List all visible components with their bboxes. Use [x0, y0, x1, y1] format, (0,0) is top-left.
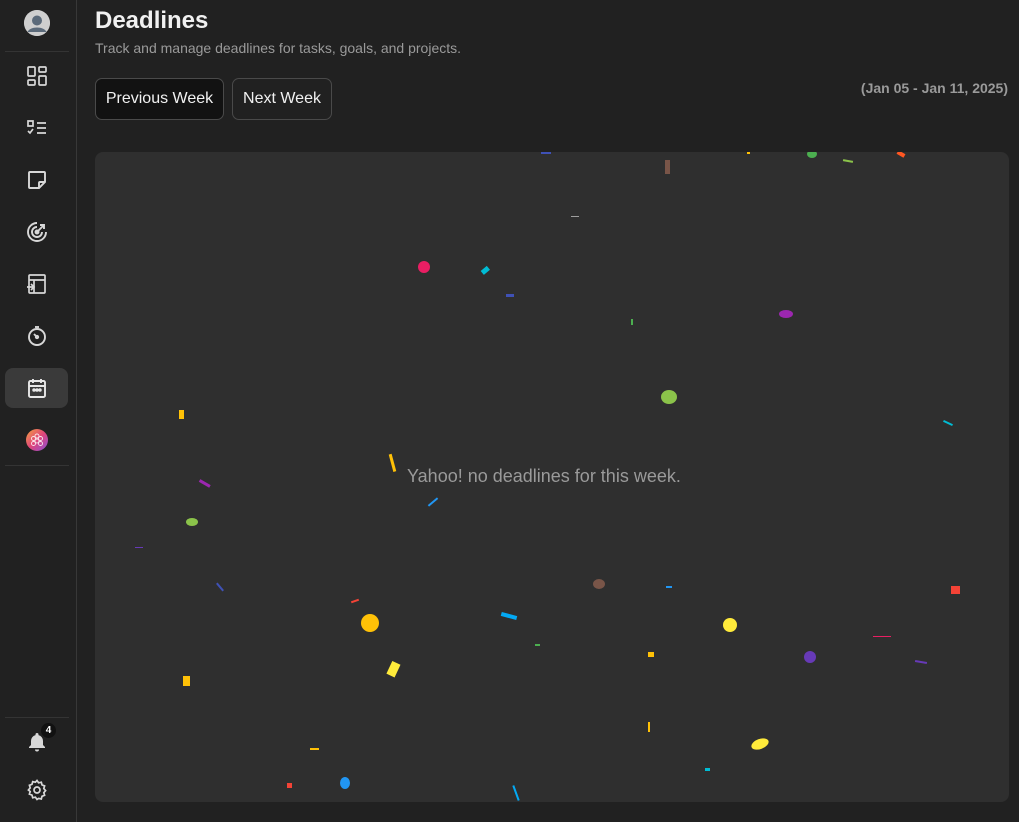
sticky-note-icon [27, 171, 46, 189]
target-icon [26, 222, 47, 242]
sidebar-item-tasks[interactable] [5, 108, 68, 148]
next-week-button[interactable]: Next Week [232, 78, 332, 120]
sidebar-item-integrations[interactable] [5, 420, 68, 460]
page-subtitle: Track and manage deadlines for tasks, go… [95, 40, 462, 56]
previous-week-button[interactable]: Previous Week [95, 78, 224, 120]
sidebar-item-goals[interactable] [5, 212, 68, 252]
user-avatar-icon [24, 10, 50, 36]
notifications-button[interactable] [5, 722, 68, 762]
sidebar-divider [5, 51, 69, 52]
gear-icon [26, 779, 47, 801]
notification-count-badge: 4 [41, 723, 56, 738]
sidebar-divider [5, 465, 69, 466]
settings-button[interactable] [5, 770, 68, 810]
sidebar-item-projects[interactable] [5, 264, 68, 304]
empty-state-message: Yahoo! no deadlines for this week. [407, 466, 681, 486]
deadlines-panel: Yahoo! no deadlines for this week. [95, 152, 1009, 802]
sidebar-item-notes[interactable] [5, 160, 68, 200]
sidebar-item-dashboard[interactable] [5, 56, 68, 96]
sidebar-item-deadlines[interactable] [5, 368, 68, 408]
sidebar-divider [5, 717, 69, 718]
user-avatar[interactable] [24, 10, 50, 36]
sidebar: 4 [0, 0, 77, 822]
stopwatch-icon [27, 326, 46, 346]
page-title: Deadlines [95, 7, 209, 34]
dashboard-icon [26, 66, 47, 86]
date-range-label: (Jan 05 - Jan 11, 2025) [860, 80, 1008, 96]
calendar-icon [27, 379, 46, 398]
project-board-icon [26, 274, 46, 294]
hexagon-cluster-icon [25, 429, 48, 451]
sidebar-item-timer[interactable] [5, 316, 68, 356]
checklist-icon [26, 120, 46, 135]
